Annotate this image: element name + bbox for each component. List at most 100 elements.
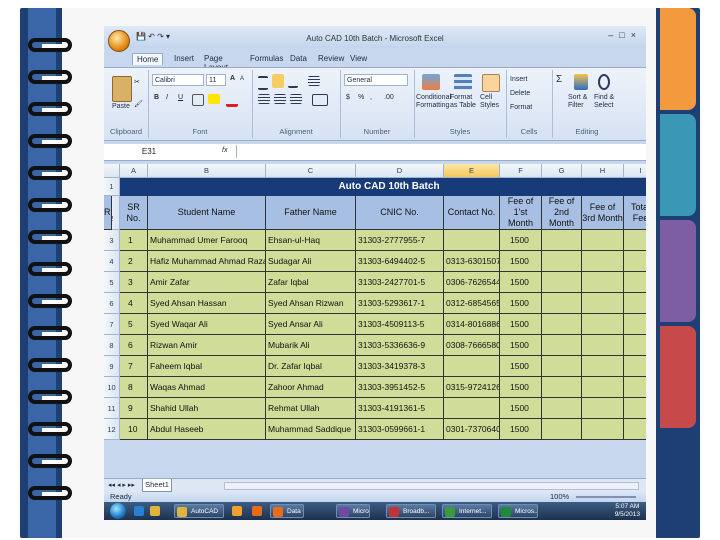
insert-cells-button[interactable]: Insert [510, 76, 528, 83]
taskbar-item-2[interactable]: Data Of... [270, 504, 304, 518]
cell-student[interactable]: Abdul Haseeb [148, 419, 266, 440]
cell-styles-button[interactable]: Cell Styles [480, 94, 504, 110]
cell-contact[interactable]: 0313-6301507 [444, 251, 500, 272]
autosum-button[interactable]: Σ [556, 74, 562, 85]
cell-sr[interactable]: 6 [120, 335, 148, 356]
align-left-icon[interactable] [258, 94, 270, 104]
grow-font-button[interactable]: A [230, 75, 235, 82]
table-header-cell[interactable]: Total Fee [624, 196, 646, 230]
cell-cnic[interactable]: 31303-5293617-1 [356, 293, 444, 314]
cell-father[interactable]: Dr. Zafar Iqbal [266, 356, 356, 377]
font-color-icon[interactable] [226, 94, 238, 107]
cell-father[interactable]: Sudagar Ali [266, 251, 356, 272]
cell-empty[interactable] [624, 251, 646, 272]
table-header-cell[interactable]: Contact No. [444, 196, 500, 230]
column-header-a[interactable]: A [120, 164, 148, 178]
cell-empty[interactable] [624, 230, 646, 251]
cell-empty[interactable] [624, 335, 646, 356]
cell-fee1[interactable]: 1500 [500, 335, 542, 356]
cell-student[interactable]: Waqas Ahmad [148, 377, 266, 398]
merge-center-icon[interactable] [312, 94, 328, 106]
cell-empty[interactable] [624, 419, 646, 440]
cell-contact[interactable] [444, 398, 500, 419]
cell-cnic[interactable]: 31303-3951452-5 [356, 377, 444, 398]
cell-father[interactable]: Ehsan-ul-Haq [266, 230, 356, 251]
cell-contact[interactable] [444, 356, 500, 377]
cell-empty[interactable] [582, 251, 624, 272]
tab-home[interactable]: Home [132, 53, 164, 65]
cell-sr[interactable]: 4 [120, 293, 148, 314]
sheet-tab-sheet1[interactable]: Sheet1 [142, 479, 172, 492]
taskbar-item-4[interactable]: Broadb... [386, 504, 436, 518]
cell-empty[interactable] [624, 314, 646, 335]
find-select-icon[interactable] [598, 74, 610, 90]
cell-contact[interactable]: 0312-6854565 [444, 293, 500, 314]
row-header[interactable]: 5 [104, 272, 120, 293]
number-format-select[interactable]: General [344, 74, 408, 86]
maximize-button[interactable]: □ [619, 30, 630, 40]
cell-empty[interactable] [582, 272, 624, 293]
tab-review[interactable]: Review [314, 53, 348, 64]
cell-contact[interactable]: 0301-7370640 [444, 419, 500, 440]
cell-contact[interactable]: 0306-7626544 [444, 272, 500, 293]
find-select-button[interactable]: Find & Select [594, 94, 620, 110]
column-header-f[interactable]: F [500, 164, 542, 178]
cell-empty[interactable] [542, 335, 582, 356]
tab-scroll-icon[interactable]: ◂◂ ◂ ▸ ▸▸ [108, 481, 135, 489]
format-painter-icon[interactable]: 🖌 [134, 100, 143, 108]
table-header-cell[interactable]: Student Name [148, 196, 266, 230]
tab-data[interactable]: Data [286, 53, 311, 64]
row-header[interactable]: 9 [104, 356, 120, 377]
column-header-d[interactable]: D [356, 164, 444, 178]
cell-student[interactable]: Muhammad Umer Farooq [148, 230, 266, 251]
cell-sr[interactable]: 9 [120, 398, 148, 419]
cell-empty[interactable] [582, 335, 624, 356]
fx-button[interactable]: fx [222, 147, 227, 154]
cell-empty[interactable] [624, 272, 646, 293]
row-header[interactable]: 10 [104, 377, 120, 398]
italic-button[interactable]: I [166, 94, 168, 101]
cell-fee1[interactable]: 1500 [500, 398, 542, 419]
cell-father[interactable]: Zahoor Ahmad [266, 377, 356, 398]
formula-input[interactable] [236, 145, 637, 158]
taskbar-item-1[interactable]: AutoCAD [174, 504, 224, 518]
firefox-icon[interactable] [252, 506, 262, 516]
cell-fee1[interactable]: 1500 [500, 251, 542, 272]
cell-contact[interactable]: 0314-8016886 [444, 314, 500, 335]
row-header[interactable]: 7 [104, 314, 120, 335]
cell-father[interactable]: Zafar Iqbal [266, 272, 356, 293]
cell-cnic[interactable]: 31303-0599661-1 [356, 419, 444, 440]
media-icon[interactable] [232, 506, 242, 516]
format-cells-button[interactable]: Format [510, 104, 532, 111]
tab-insert[interactable]: Insert [170, 53, 198, 64]
cell-sr[interactable]: 3 [120, 272, 148, 293]
cell-empty[interactable] [624, 356, 646, 377]
table-header-cell[interactable]: SR No. [120, 196, 148, 230]
cell-contact[interactable]: 0315-9724126 [444, 377, 500, 398]
window-controls[interactable]: –□× [608, 30, 642, 40]
cell-styles-icon[interactable] [482, 74, 500, 92]
cell-empty[interactable] [582, 419, 624, 440]
paste-label[interactable]: Paste [112, 103, 130, 110]
tab-formulas[interactable]: Formulas [246, 53, 287, 64]
sort-filter-icon[interactable] [574, 74, 588, 90]
cell-cnic[interactable]: 31303-6494402-5 [356, 251, 444, 272]
cell-cnic[interactable]: 31303-2427701-5 [356, 272, 444, 293]
row-header[interactable]: 6 [104, 293, 120, 314]
comma-button[interactable]: , [370, 94, 372, 101]
table-header-cell[interactable]: Fee of 1'st Month [500, 196, 542, 230]
cell-empty[interactable] [542, 272, 582, 293]
row-header[interactable]: 1 [104, 178, 120, 196]
align-center-icon[interactable] [274, 94, 286, 104]
cell-cnic[interactable]: 31303-4191361-5 [356, 398, 444, 419]
cell-empty[interactable] [582, 230, 624, 251]
decimal-icon[interactable]: .00 [384, 94, 394, 101]
align-bottom-icon[interactable] [288, 76, 298, 88]
cell-father[interactable]: Muhammad Saddique [266, 419, 356, 440]
cell-student[interactable]: Shahid Ullah [148, 398, 266, 419]
conditional-formatting-button[interactable]: Conditional Formatting [416, 94, 451, 110]
conditional-formatting-icon[interactable] [422, 74, 440, 90]
cell-empty[interactable] [582, 314, 624, 335]
percent-button[interactable]: % [358, 94, 364, 101]
orientation-icon[interactable] [308, 76, 320, 86]
